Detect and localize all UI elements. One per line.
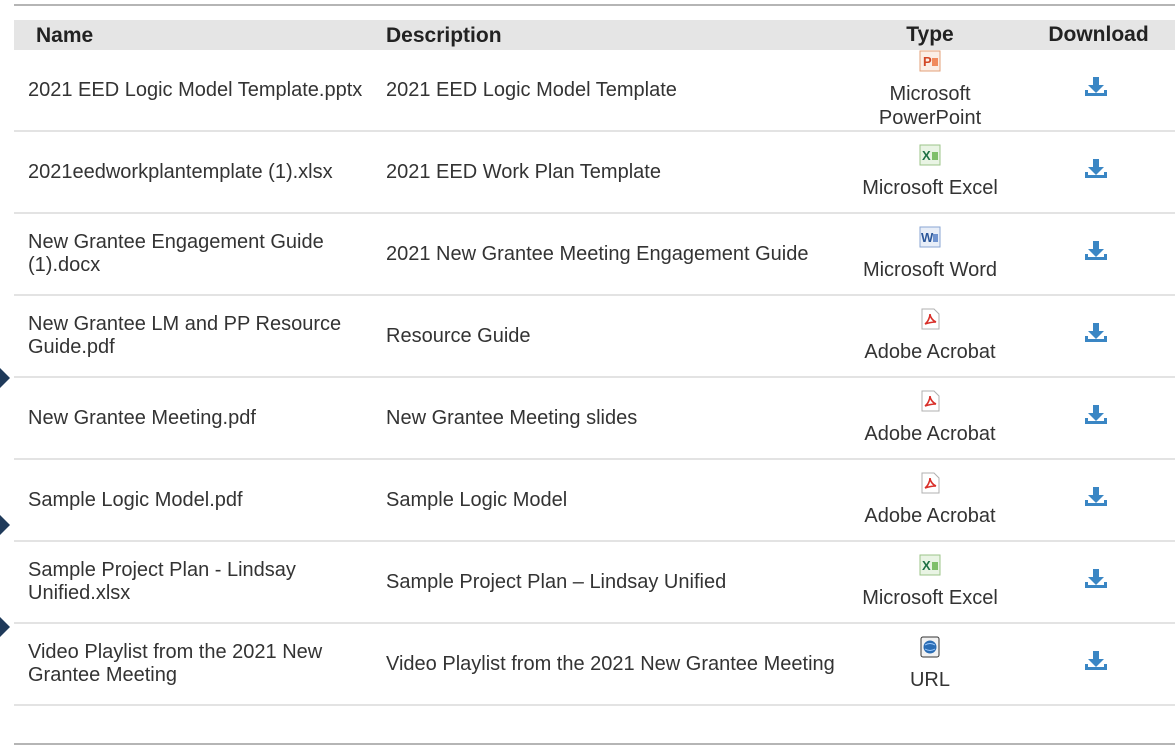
file-name-text: Sample Project Plan - Lindsay Unified.xl…: [28, 559, 296, 604]
file-type-cell: Adobe Acrobat: [844, 472, 1016, 528]
table-row: New Grantee LM and PP Resource Guide.pdf…: [14, 296, 1175, 378]
file-type-cell: W Microsoft Word: [844, 226, 1016, 282]
download-icon[interactable]: [1082, 485, 1110, 509]
table-row: New Grantee Meeting.pdf New Grantee Meet…: [14, 378, 1175, 460]
download-cell: [1016, 403, 1175, 433]
pdf-icon: [919, 308, 941, 340]
file-type-label: Microsoft PowerPoint: [878, 83, 982, 129]
word-icon: W: [919, 226, 941, 258]
row-marker-arrow: [0, 515, 10, 535]
file-type-cell: Adobe Acrobat: [844, 390, 1016, 446]
file-name-link[interactable]: 2021 EED Logic Model Template.pptx: [14, 79, 380, 102]
file-name-text: New Grantee Engagement Guide (1).docx: [28, 231, 324, 276]
pdf-icon: [919, 472, 941, 504]
description-text: 2021 EED Logic Model Template: [386, 78, 677, 101]
download-icon[interactable]: [1082, 239, 1110, 263]
file-type-cell: P Microsoft PowerPoint: [844, 50, 1016, 130]
file-type-cell: X Microsoft Excel: [844, 554, 1016, 610]
file-name-link[interactable]: Sample Logic Model.pdf: [14, 489, 380, 512]
file-type-cell: X Microsoft Excel: [844, 144, 1016, 200]
table-row: 2021eedworkplantemplate (1).xlsx 2021 EE…: [14, 132, 1175, 214]
file-description: 2021 New Grantee Meeting Engagement Guid…: [380, 243, 844, 266]
description-text: Sample Project Plan – Lindsay Unified: [386, 570, 727, 593]
file-description: 2021 EED Work Plan Template: [380, 161, 844, 184]
file-type-label: URL: [909, 669, 950, 691]
download-cell: [1016, 321, 1175, 351]
file-description: Resource Guide: [380, 325, 844, 348]
file-description: 2021 EED Logic Model Template: [380, 79, 844, 102]
table-row: Sample Logic Model.pdf Sample Logic Mode…: [14, 460, 1175, 542]
file-name-link[interactable]: New Grantee LM and PP Resource Guide.pdf: [14, 313, 380, 359]
table-row: 2021 EED Logic Model Template.pptx 2021 …: [14, 50, 1175, 132]
file-name-link[interactable]: New Grantee Engagement Guide (1).docx: [14, 231, 380, 277]
table-row: New Grantee Engagement Guide (1).docx 20…: [14, 214, 1175, 296]
column-header-type[interactable]: Type: [844, 23, 1016, 47]
download-cell: [1016, 75, 1175, 105]
download-cell: [1016, 239, 1175, 269]
download-icon[interactable]: [1082, 403, 1110, 427]
file-name-text: Sample Logic Model.pdf: [28, 488, 243, 511]
download-icon[interactable]: [1082, 157, 1110, 181]
file-name-text: New Grantee Meeting.pdf: [28, 406, 256, 429]
download-cell: [1016, 485, 1175, 515]
row-marker-arrow: [0, 368, 10, 388]
file-type-label: Adobe Acrobat: [864, 341, 996, 363]
file-name-text: 2021 EED Logic Model Template.pptx: [28, 78, 363, 101]
table-header: Name Description Type Download: [14, 20, 1175, 50]
file-type-label: Adobe Acrobat: [864, 423, 996, 445]
file-description: New Grantee Meeting slides: [380, 407, 844, 430]
svg-text:X: X: [922, 148, 931, 163]
description-text: 2021 EED Work Plan Template: [386, 160, 661, 183]
file-name-text: 2021eedworkplantemplate (1).xlsx: [28, 160, 333, 183]
row-marker-arrow: [0, 617, 10, 637]
description-text: Resource Guide: [386, 324, 531, 347]
description-text: Video Playlist from the 2021 New Grantee…: [386, 652, 835, 675]
file-description: Sample Project Plan – Lindsay Unified: [380, 571, 844, 594]
documents-table: Name Description Type Download 2021 EED …: [14, 20, 1175, 706]
file-description: Video Playlist from the 2021 New Grantee…: [380, 653, 844, 676]
download-cell: [1016, 567, 1175, 597]
file-name-link[interactable]: New Grantee Meeting.pdf: [14, 407, 380, 430]
download-icon[interactable]: [1082, 75, 1110, 99]
file-type-label: Microsoft Excel: [862, 587, 998, 609]
download-icon[interactable]: [1082, 649, 1110, 673]
excel-icon: X: [919, 144, 941, 176]
powerpoint-icon: P: [919, 50, 941, 82]
file-name-link[interactable]: 2021eedworkplantemplate (1).xlsx: [14, 161, 380, 184]
svg-text:W: W: [921, 230, 934, 245]
top-divider: [14, 4, 1175, 6]
globe-icon: [919, 636, 941, 668]
description-text: Sample Logic Model: [386, 488, 568, 511]
file-type-label: Microsoft Word: [862, 259, 998, 281]
file-description: Sample Logic Model: [380, 489, 844, 512]
svg-text:P: P: [923, 54, 932, 69]
table-body: 2021 EED Logic Model Template.pptx 2021 …: [14, 50, 1175, 706]
download-icon[interactable]: [1082, 567, 1110, 591]
file-name-link[interactable]: Video Playlist from the 2021 New Grantee…: [14, 641, 380, 687]
file-name-link[interactable]: Sample Project Plan - Lindsay Unified.xl…: [14, 559, 380, 605]
download-icon[interactable]: [1082, 321, 1110, 345]
column-header-download: Download: [1048, 23, 1149, 46]
file-name-text: Video Playlist from the 2021 New Grantee…: [28, 641, 323, 686]
excel-icon: X: [919, 554, 941, 586]
svg-text:X: X: [922, 558, 931, 573]
file-type-cell: Adobe Acrobat: [844, 308, 1016, 364]
column-header-name[interactable]: Name: [14, 24, 380, 47]
file-name-text: New Grantee LM and PP Resource Guide.pdf: [28, 313, 342, 358]
file-type-label: Adobe Acrobat: [864, 505, 996, 527]
table-row: Video Playlist from the 2021 New Grantee…: [14, 624, 1175, 706]
download-cell: [1016, 649, 1175, 679]
description-text: New Grantee Meeting slides: [386, 406, 638, 429]
table-row: Sample Project Plan - Lindsay Unified.xl…: [14, 542, 1175, 624]
pdf-icon: [919, 390, 941, 422]
bottom-divider: [14, 743, 1175, 745]
download-cell: [1016, 157, 1175, 187]
column-header-description[interactable]: Description: [380, 24, 844, 47]
description-text: 2021 New Grantee Meeting Engagement Guid…: [386, 242, 809, 265]
file-type-cell: URL: [844, 636, 1016, 692]
file-type-label: Microsoft Excel: [862, 177, 998, 199]
